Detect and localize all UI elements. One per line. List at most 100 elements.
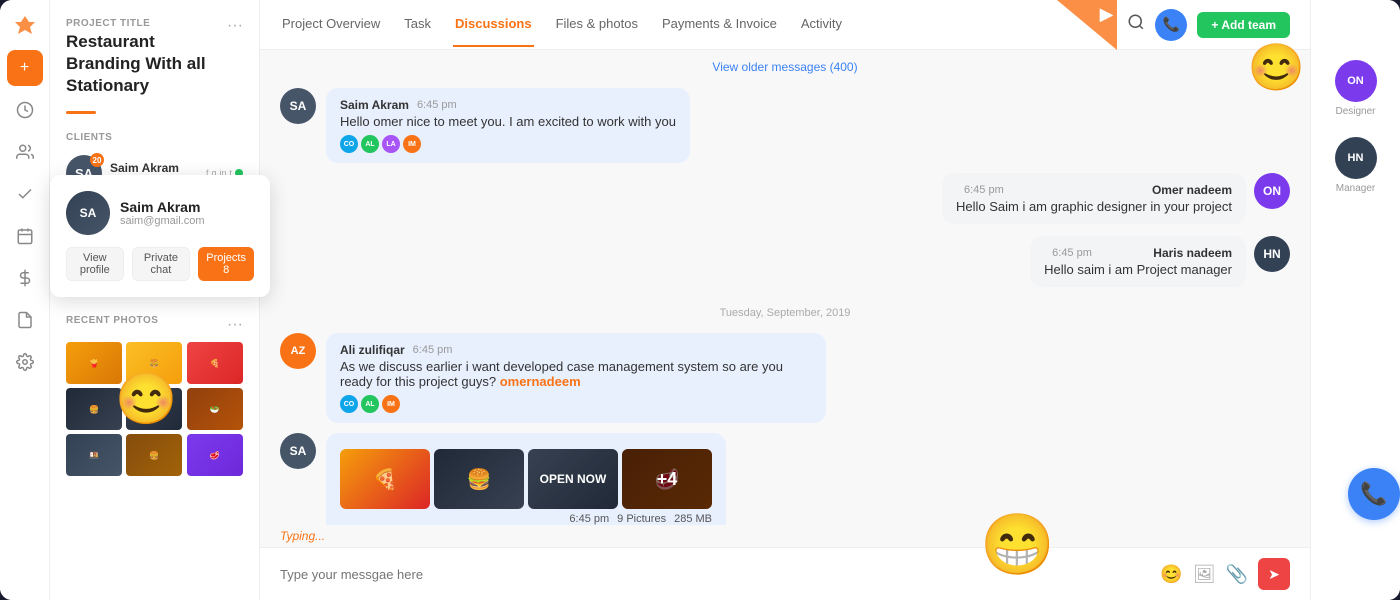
message-row-4: AZ Ali zulifiqar 6:45 pm As we discuss e… [280,333,1290,423]
person-role-designer: Designer [1335,106,1375,117]
emoji-button[interactable]: 😊 [1160,564,1182,585]
tab-payments[interactable]: Payments & Invoice [660,2,779,47]
tab-files-photos[interactable]: Files & photos [554,2,640,47]
msg-avatar-4: AZ [280,333,316,369]
msg-text-3: Hello saim i am Project manager [1044,262,1232,277]
photos-grid-msg: 🍕 🍔 OPEN NOW 🥩 +4 [340,449,712,509]
photo-inner-6: 🥗 [187,388,243,430]
users-icon[interactable] [7,134,43,170]
settings-icon[interactable] [7,344,43,380]
project-header: PROJECT TITLE Restaurant Branding With a… [50,10,259,105]
recent-photos-label: RECENT PHOTOS [66,315,158,326]
user-popup-header: SA Saim Akram saim@gmail.com [66,191,254,235]
msg-time-2: 6:45 pm [964,184,1004,196]
icon-sidebar: + [0,0,50,600]
recent-photos-header: RECENT PHOTOS ··· [66,315,243,334]
msg-bubble-4: Ali zulifiqar 6:45 pm As we discuss earl… [326,333,826,423]
msg-time-3: 6:45 pm [1052,247,1092,259]
msg-time-4: 6:45 pm [413,344,453,356]
photo-inner-3: 🍕 [187,342,243,384]
msg-text-2: Hello Saim i am graphic designer in your… [956,199,1232,214]
input-actions: 😊 🖼 📎 ➤ [1160,558,1290,590]
tab-activity[interactable]: Activity [799,2,844,47]
view-older-messages[interactable]: View older messages (400) [280,60,1290,74]
project-title: Restaurant Branding With all Stationary [66,31,227,97]
photo-cell-4[interactable]: 🍔 [66,388,122,430]
msg-avatar-1: SA [280,88,316,124]
msg-sender-1: Saim Akram [340,98,409,112]
tab-discussions[interactable]: Discussions [453,2,534,47]
project-menu-dots[interactable]: ··· [227,18,243,34]
highlighted-name: omernadeem [500,374,581,389]
private-chat-button[interactable]: Private chat [132,247,191,281]
projects-button[interactable]: Projects 8 [198,247,254,281]
project-label: PROJECT TITLE [66,18,227,29]
user-popup: SA Saim Akram saim@gmail.com View profil… [50,175,270,297]
popup-actions: View profile Private chat Projects 8 [66,247,254,281]
photo-cell-3[interactable]: 🍕 [187,342,243,384]
msg-sender-2: Omer nadeem [1152,183,1232,197]
msg-text-4: As we discuss earlier i want developed c… [340,359,812,389]
chat-area[interactable]: View older messages (400) SA Saim Akram … [260,50,1310,525]
photo-inner-1: 🍟 [66,342,122,384]
msg-reactions-4: CO AL IM [340,395,812,413]
add-team-button[interactable]: + Add team [1197,12,1290,38]
photo-cell-6[interactable]: 🥗 [187,388,243,430]
popup-avatar: SA [66,191,110,235]
reaction2-im: IM [382,395,400,413]
dashboard-icon[interactable] [7,92,43,128]
document-icon[interactable] [7,302,43,338]
message-input[interactable] [280,567,1150,582]
photo-cell-1[interactable]: 🍟 [66,342,122,384]
call-button[interactable]: 📞 [1155,9,1187,41]
typing-indicator: Typing... [260,525,1310,547]
msg-photo-4-overlay[interactable]: 🥩 +4 [622,449,712,509]
msg-photo-1[interactable]: 🍕 [340,449,430,509]
billing-icon[interactable] [7,260,43,296]
reaction2-co: CO [340,395,358,413]
message-input-area: 😊 🖼 📎 ➤ [260,547,1310,600]
nav-actions: ▶ 📞 + Add team [1057,0,1290,50]
add-icon[interactable]: + [7,50,43,86]
client-badge-saim: 20 [90,153,104,167]
image-button[interactable]: 🖼 [1193,564,1216,585]
photo-cell-9[interactable]: 🥩 [187,434,243,476]
tab-task[interactable]: Task [402,2,433,47]
tab-project-overview[interactable]: Project Overview [280,2,382,47]
deco-triangle: ▶ [1057,0,1117,50]
msg-photo-3[interactable]: OPEN NOW [528,449,618,509]
msg-bubble-3: 6:45 pm Haris nadeem Hello saim i am Pro… [1030,236,1246,287]
photo-cell-7[interactable]: 🍱 [66,434,122,476]
popup-email: saim@gmail.com [120,215,205,227]
person-avatar-manager: HN [1335,137,1377,179]
checkmark-icon[interactable] [7,176,43,212]
attachment-button[interactable]: 📎 [1226,564,1248,585]
msg-time-photo: 6:45 pm [569,513,609,525]
photo-stats: 6:45 pm 9 Pictures 285 MB [340,513,712,525]
photo-cell-2[interactable]: 🍔 [126,342,182,384]
logo-icon[interactable] [7,8,43,44]
photo-inner-5: 🍔 [126,388,182,430]
photos-menu-dots[interactable]: ··· [227,317,243,333]
reaction-al: AL [361,135,379,153]
msg-photo-info: 6:45 pm 9 Pictures 285 MB [340,513,712,525]
floating-call-button[interactable]: 📞 [1348,468,1400,520]
msg-avatar-photo: SA [280,433,316,469]
photo-message-row: SA 🍕 🍔 OPEN NOW [280,433,1290,525]
msg-avatar-3: HN [1254,236,1290,272]
msg-sender-4: Ali zulifiqar [340,343,405,357]
clients-label: CLIENTS [66,132,243,143]
main-content: Project Overview Task Discussions Files … [260,0,1310,600]
photo-cell-5[interactable]: 🍔 [126,388,182,430]
photo-cell-8[interactable]: 🍔 [126,434,182,476]
calendar-icon[interactable] [7,218,43,254]
view-profile-button[interactable]: View profile [66,247,124,281]
msg-text-1: Hello omer nice to meet you. I am excite… [340,114,676,129]
message-row-2: ON 6:45 pm Omer nadeem Hello Saim i am g… [942,173,1290,230]
send-button[interactable]: ➤ [1258,558,1290,590]
app-container: + PROJECT TITLE Restaurant Branding With… [0,0,1400,600]
photo-bubble: 🍕 🍔 OPEN NOW 🥩 +4 [326,433,726,525]
search-button[interactable] [1127,13,1145,36]
msg-header-3: 6:45 pm Haris nadeem [1044,246,1232,260]
msg-photo-2[interactable]: 🍔 [434,449,524,509]
